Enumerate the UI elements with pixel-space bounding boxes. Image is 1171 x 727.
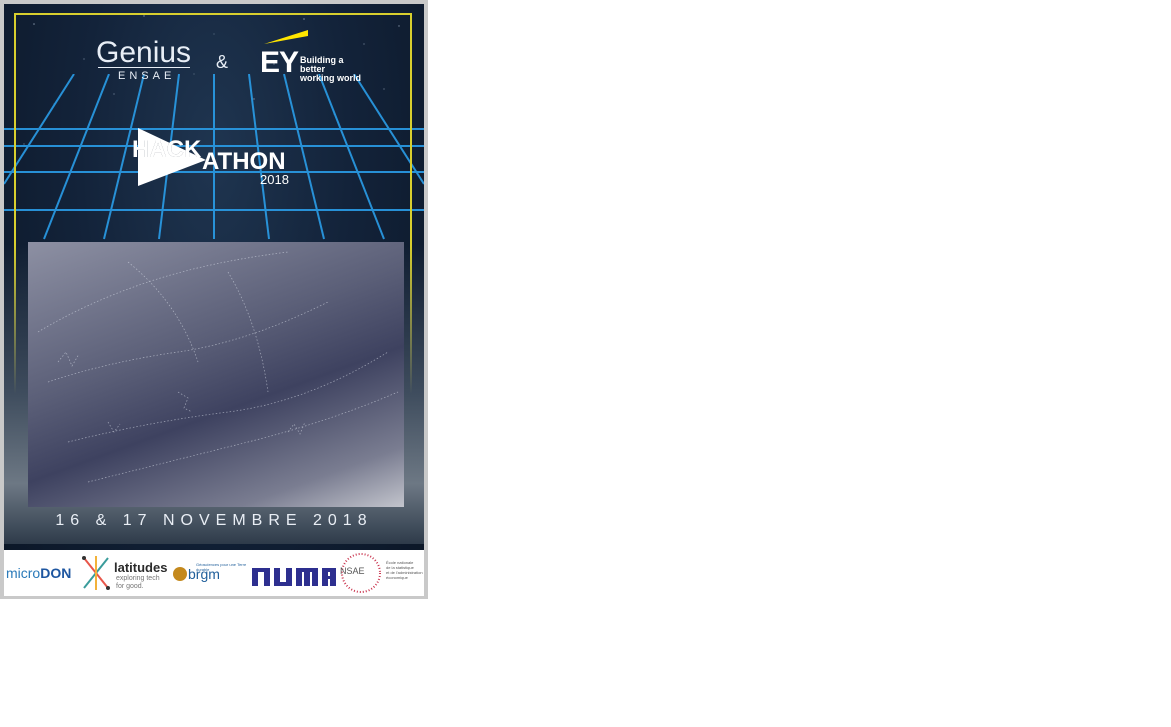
ensae-tagline: École nationale de la statistique et de … <box>386 560 423 580</box>
latitudes-tagline: exploring tech for good. <box>116 575 160 591</box>
brgm-circle-icon <box>173 567 187 581</box>
ensae-wordmark: ENSAE <box>118 70 176 82</box>
sponsor-numa <box>252 566 336 588</box>
ensae-tag-4: économique <box>386 575 408 580</box>
ey-wordmark: EY <box>260 46 299 79</box>
hack-word: HACK <box>132 136 202 163</box>
microdon-part-b: DON <box>40 565 72 581</box>
constellation-drawing <box>37 251 399 483</box>
hackathon-logo: HACK ATHON 2018 <box>132 122 312 192</box>
ey-tagline-line-2: working world <box>300 73 362 83</box>
microdon-part-a: micro <box>6 565 41 581</box>
genius-wordmark: Genius <box>96 36 192 69</box>
hackathon-poster: Genius ENSAE & EY Building a better work… <box>4 4 424 596</box>
ey-tagline-line-1: Building a better <box>300 55 344 74</box>
latitudes-tag-1: exploring tech <box>116 575 160 582</box>
year-label: 2018 <box>260 172 289 187</box>
sponsor-ensae: NSAE École nationale de la statistique e… <box>338 550 424 596</box>
poster-frame: Genius ENSAE & EY Building a better work… <box>0 0 428 599</box>
sponsor-latitudes: latitudes exploring tech for good. <box>80 550 172 596</box>
sponsor-brgm: Géosciences pour une Terre durable brgm <box>172 550 250 596</box>
logo-divider <box>98 67 190 68</box>
event-date: 16 & 17 NOVEMBRE 2018 <box>55 512 373 529</box>
sponsor-microdon: microDON <box>6 565 71 581</box>
ampersand: & <box>216 52 229 72</box>
ey-beam-icon <box>264 30 308 44</box>
ey-logo: EY Building a better working world <box>260 28 370 83</box>
brgm-wordmark: brgm <box>188 566 220 582</box>
latitudes-cross-icon <box>82 556 110 590</box>
sponsor-bar: microDON latitudes exploring tech for go… <box>4 550 424 596</box>
ey-tagline: Building a better working world <box>300 56 370 83</box>
constellation-photo <box>28 242 404 507</box>
numa-logo-icon <box>252 568 336 586</box>
latitudes-tag-2: for good. <box>116 583 144 590</box>
genius-ensae-logo: Genius ENSAE <box>96 26 196 84</box>
latitudes-wordmark: latitudes <box>114 560 168 575</box>
ensae-label: NSAE <box>340 566 365 576</box>
